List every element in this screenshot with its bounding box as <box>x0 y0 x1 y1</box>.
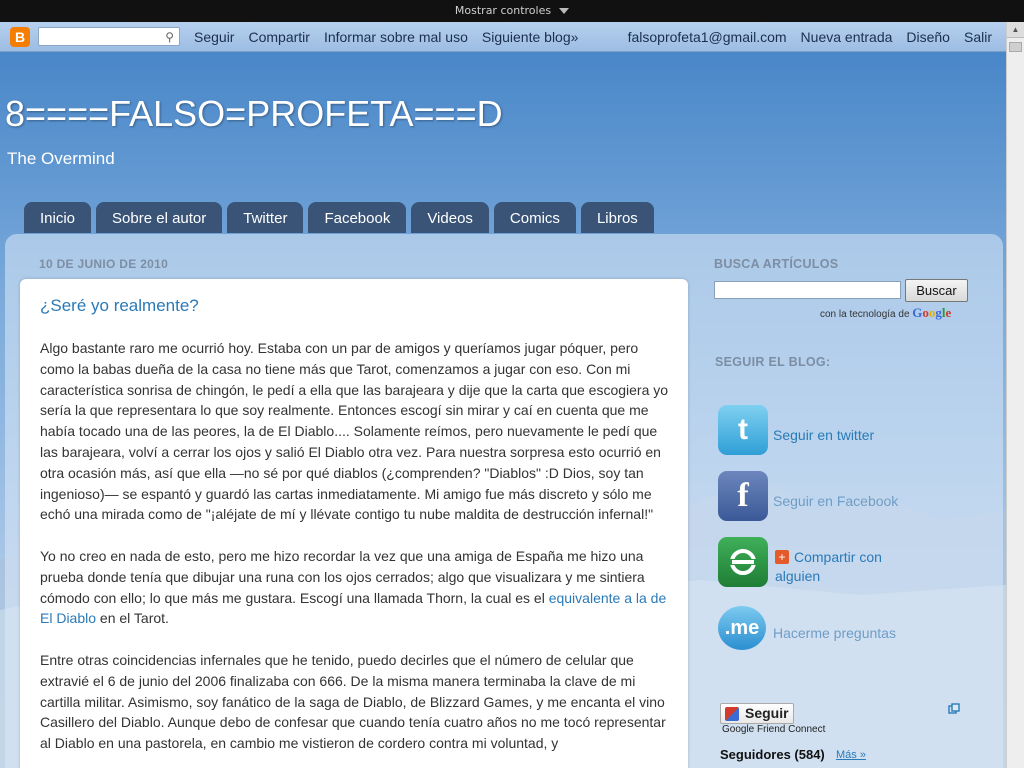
blogger-navbar: B ⚲ Seguir Compartir Informar sobre mal … <box>0 22 1006 52</box>
share-arrows-icon <box>729 549 757 575</box>
follow-button[interactable]: Seguir <box>720 703 794 724</box>
share-icon[interactable] <box>718 537 768 587</box>
followers-count: Seguidores (584) <box>720 747 825 762</box>
user-email: falsoprofeta1@gmail.com <box>627 28 787 45</box>
page-scrollbar[interactable]: ▲ <box>1006 22 1024 768</box>
tab-comics[interactable]: Comics <box>493 202 576 233</box>
post-paragraph-2: Yo no creo en nada de esto, pero me hizo… <box>40 547 667 627</box>
post-paragraph-1: Algo bastante raro me ocurrió hoy. Estab… <box>40 340 669 523</box>
post-body: Algo bastante raro me ocurrió hoy. Estab… <box>40 338 670 768</box>
show-controls-label[interactable]: Mostrar controles <box>455 4 551 17</box>
dropdown-triangle-icon[interactable] <box>559 8 570 14</box>
page-tabs: Inicio Sobre el autor Twitter Facebook V… <box>24 202 659 233</box>
follow-twitter-link[interactable]: Seguir en twitter <box>773 426 874 445</box>
scroll-up-icon[interactable]: ▲ <box>1007 22 1024 38</box>
tab-sobre-el-autor[interactable]: Sobre el autor <box>96 202 223 233</box>
tab-libros[interactable]: Libros <box>580 202 654 233</box>
google-friend-connect-label: Google Friend Connect <box>722 724 826 735</box>
post-paragraph-3: Entre otras coincidencias infernales que… <box>40 651 666 752</box>
nav-follow-link[interactable]: Seguir <box>194 29 234 45</box>
powered-by-google: con la tecnología de Google <box>820 305 952 320</box>
scrollbar-thumb[interactable] <box>1009 42 1022 52</box>
plus-icon: + <box>775 550 789 564</box>
post-date: 10 DE JUNIO DE 2010 <box>39 257 169 271</box>
follow-facebook-link[interactable]: Seguir en Facebook <box>773 492 898 511</box>
search-heading: BUSCA ARTÍCULOS <box>714 257 839 271</box>
more-followers-link[interactable]: Más » <box>836 749 866 761</box>
search-icon[interactable]: ⚲ <box>165 30 174 44</box>
formspring-me-icon[interactable]: .me <box>718 606 766 650</box>
design-link[interactable]: Diseño <box>906 29 950 45</box>
ask-me-link[interactable]: Hacerme preguntas <box>773 624 896 643</box>
navbar-search-input[interactable]: ⚲ <box>38 27 180 46</box>
post-title[interactable]: ¿Seré yo realmente? <box>40 296 199 316</box>
tab-twitter[interactable]: Twitter <box>227 202 304 233</box>
nav-share-link[interactable]: Compartir <box>248 29 309 45</box>
nav-next-blog-link[interactable]: Siguiente blog» <box>482 29 579 45</box>
follow-heading: SEGUIR EL BLOG: <box>715 355 831 369</box>
tab-inicio[interactable]: Inicio <box>24 202 92 233</box>
share-with-someone-link[interactable]: + Compartir con alguien <box>775 548 915 586</box>
search-button[interactable]: Buscar <box>905 279 968 302</box>
tab-facebook[interactable]: Facebook <box>308 202 407 233</box>
nav-report-link[interactable]: Informar sobre mal uso <box>324 29 468 45</box>
twitter-icon[interactable]: t <box>718 405 768 455</box>
blogger-logo-icon[interactable]: B <box>10 26 30 47</box>
popout-icon[interactable] <box>948 703 960 715</box>
controls-strip[interactable]: Mostrar controles <box>0 0 1024 22</box>
sign-out-link[interactable]: Salir <box>964 29 992 45</box>
google-logo: Google <box>912 305 952 320</box>
blog-description: The Overmind <box>7 149 115 168</box>
gfc-logo-icon <box>725 707 739 721</box>
facebook-icon[interactable]: f <box>718 471 768 521</box>
blog-title[interactable]: 8====FALSO=PROFETA===D <box>5 93 503 135</box>
new-post-link[interactable]: Nueva entrada <box>801 29 893 45</box>
sidebar-search-input[interactable] <box>714 281 901 299</box>
tab-videos[interactable]: Videos <box>411 202 489 233</box>
